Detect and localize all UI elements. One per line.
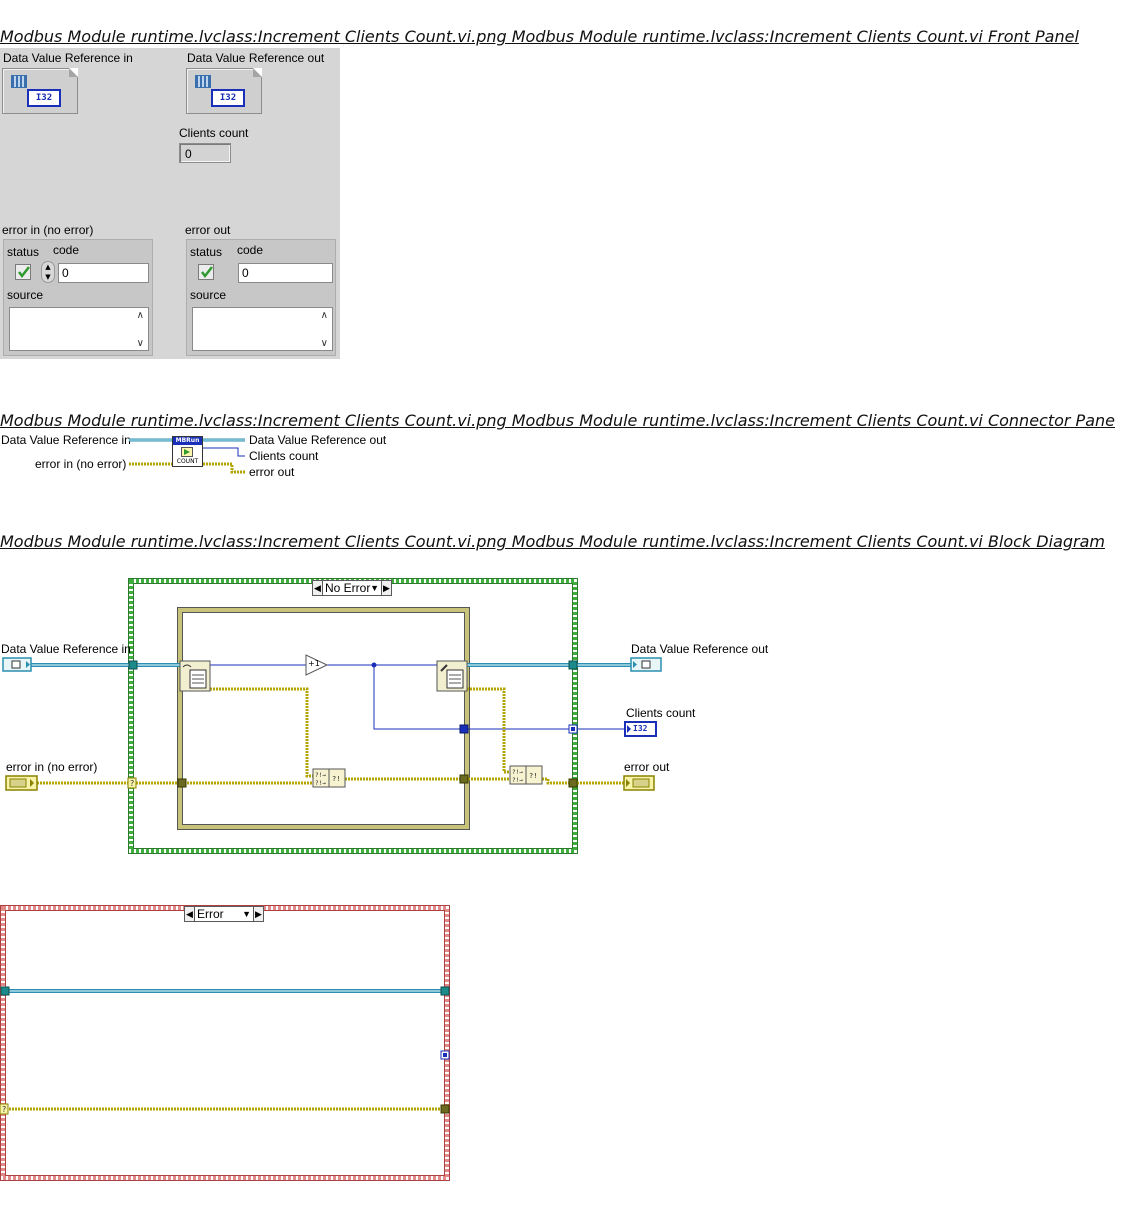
chevron-down-icon[interactable]: ▼ <box>370 581 379 595</box>
i32-type-icon: I32 <box>633 724 648 733</box>
bd-error-out-label: error out <box>624 760 670 774</box>
dvr-out-tunnel <box>568 660 578 670</box>
case-selector-error[interactable]: ◀ Error ▼ ▶ <box>184 906 264 922</box>
dvr-write-node[interactable] <box>436 660 468 692</box>
bd-clients-count-label: Clients count <box>626 706 696 720</box>
dvr-out-terminal[interactable] <box>630 657 662 672</box>
svg-text:?!→: ?!→ <box>315 780 326 787</box>
merge-errors-node[interactable]: ?!→ ?!→ ?! <box>312 768 346 788</box>
prev-case-icon[interactable]: ◀ <box>313 581 323 595</box>
merge-errors-node[interactable]: ?!→ ?!→ ?! <box>509 765 543 785</box>
increment-label: +1 <box>308 659 320 668</box>
case-structure-error[interactable] <box>0 905 450 1181</box>
number-wire <box>210 664 625 730</box>
bd-dvr-in-label: Data Value Reference in <box>1 642 131 656</box>
chevron-down-icon[interactable]: ▼ <box>242 907 251 921</box>
error-in-terminal[interactable] <box>5 775 38 791</box>
svg-text:?: ? <box>130 779 134 788</box>
next-case-icon[interactable]: ▶ <box>381 581 391 595</box>
dvr-in-terminal[interactable] <box>2 657 32 672</box>
svg-text:?!→: ?!→ <box>512 769 523 776</box>
bd-error-in-label: error in (no error) <box>6 760 98 774</box>
case-selector-no-error[interactable]: ◀ No Error ▼ ▶ <box>312 580 392 596</box>
case-structure-no-error[interactable] <box>128 578 578 854</box>
error-out-terminal[interactable] <box>623 775 655 791</box>
next-case-icon[interactable]: ▶ <box>253 907 263 921</box>
bd-dvr-out-label: Data Value Reference out <box>631 642 769 656</box>
dvr-in-tunnel <box>128 660 138 670</box>
error-out-tunnel <box>568 778 578 788</box>
dvr-read-node[interactable] <box>179 660 211 692</box>
in-place-element-structure[interactable] <box>177 607 470 830</box>
svg-text:?: ? <box>2 1105 6 1114</box>
prev-case-icon[interactable]: ◀ <box>185 907 195 921</box>
svg-text:?!→: ?!→ <box>315 772 326 779</box>
svg-text:?!: ?! <box>529 772 537 780</box>
svg-text:?!: ?! <box>332 775 340 783</box>
block-diagram-wires: ? ?!→ ?!→ ?! ?!→ ?!→ ?! ? <box>0 578 662 1181</box>
svg-text:?!→: ?!→ <box>512 777 523 784</box>
